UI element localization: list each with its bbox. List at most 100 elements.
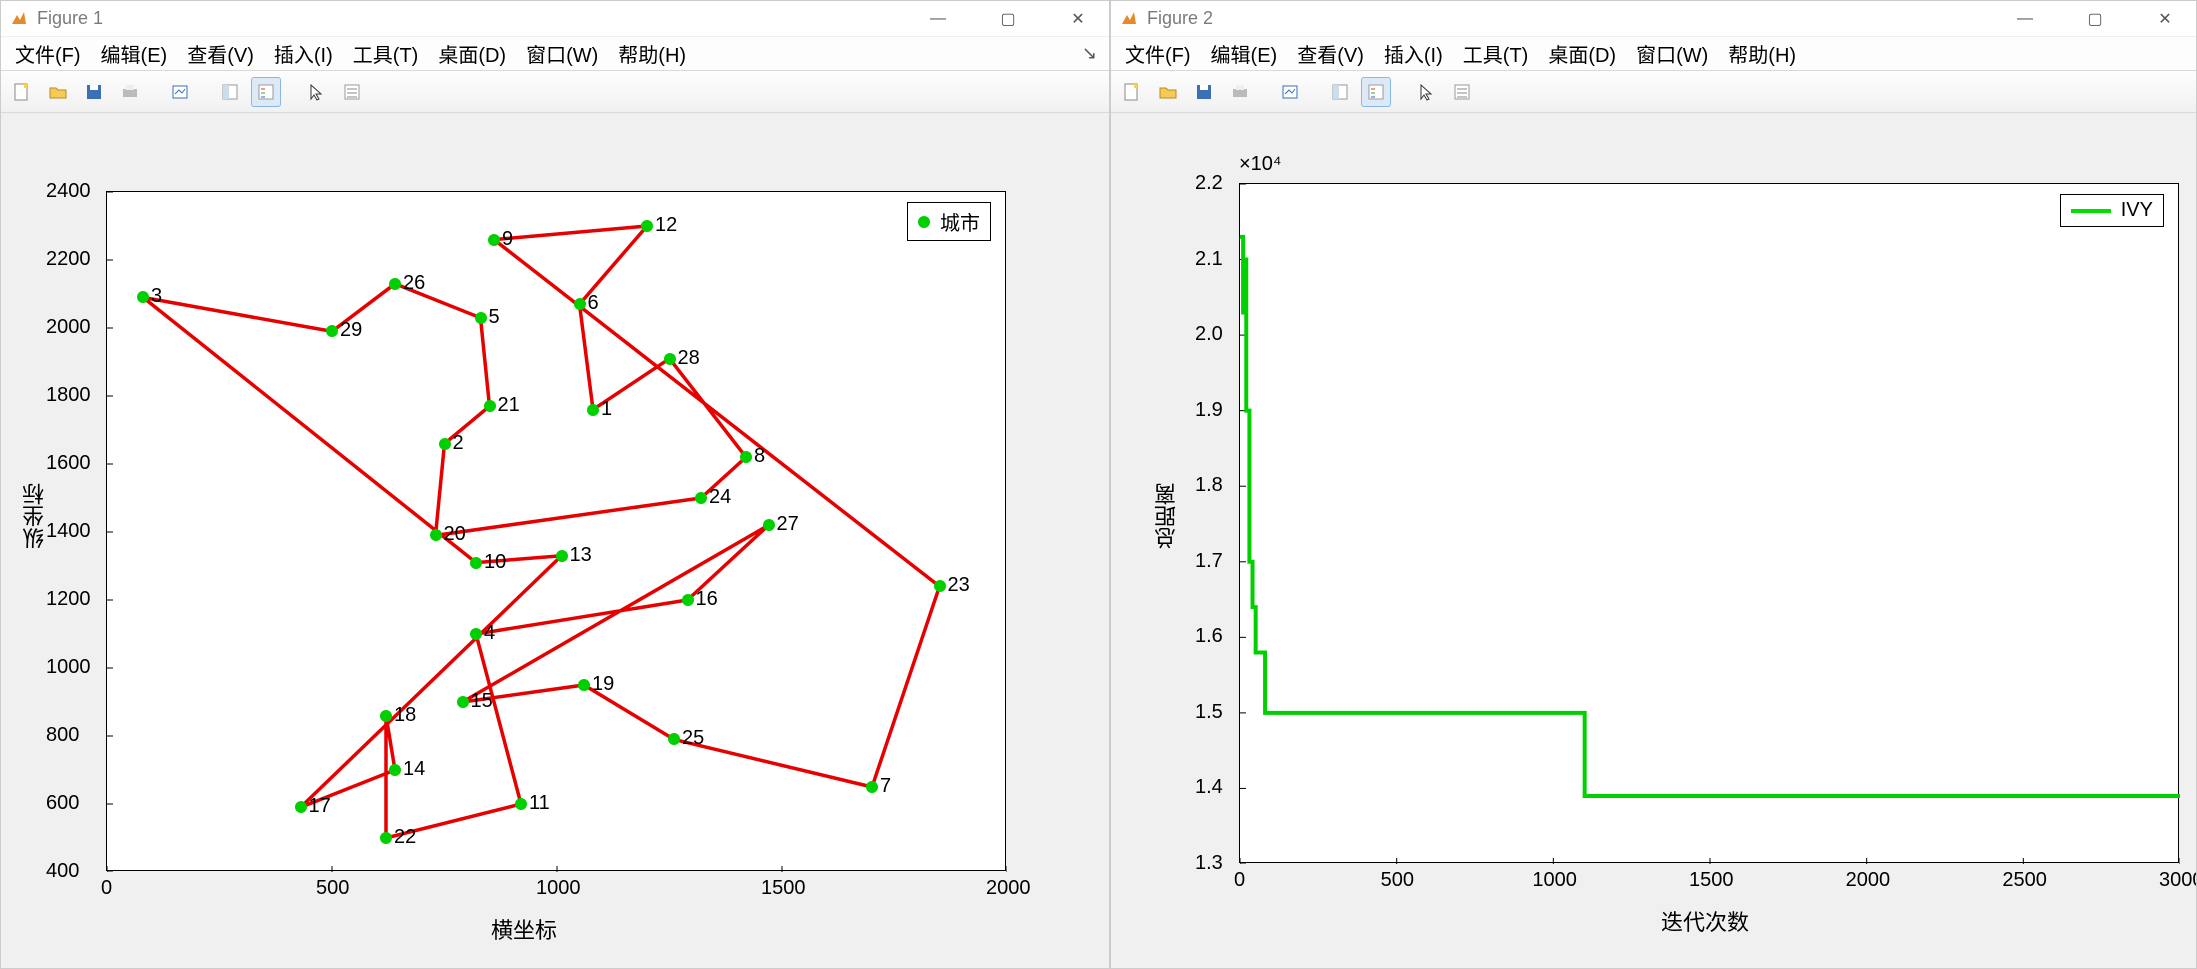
menu-window[interactable]: 窗口(W) xyxy=(518,37,606,70)
figure-2-window: Figure 2 — ▢ ✕ 文件(F) 编辑(E) 查看(V) 插入(I) 工… xyxy=(1110,0,2197,969)
print-icon[interactable] xyxy=(115,77,145,107)
figure-1-titlebar: Figure 1 — ▢ ✕ xyxy=(1,1,1109,37)
properties-icon[interactable] xyxy=(337,77,367,107)
figure-2-ylabel: 总距离 xyxy=(1151,483,1183,549)
menu-window[interactable]: 窗口(W) xyxy=(1628,37,1716,70)
city-point xyxy=(470,628,482,640)
xtick-label: 1000 xyxy=(536,877,581,900)
city-label: 6 xyxy=(588,292,599,315)
city-label: 9 xyxy=(502,228,513,251)
menu-insert[interactable]: 插入(I) xyxy=(266,37,341,70)
city-label: 12 xyxy=(655,214,677,237)
menu-edit[interactable]: 编辑(E) xyxy=(93,37,176,70)
ytick-label: 400 xyxy=(46,860,79,883)
legend-icon[interactable] xyxy=(1361,77,1391,107)
pointer-icon[interactable] xyxy=(301,77,331,107)
city-point xyxy=(380,710,392,722)
city-label: 1 xyxy=(601,398,612,421)
xtick-label: 3000 xyxy=(2159,869,2196,892)
city-point xyxy=(763,519,775,531)
menu-file[interactable]: 文件(F) xyxy=(7,37,89,70)
city-point xyxy=(664,353,676,365)
maximize-button[interactable]: ▢ xyxy=(2072,4,2118,34)
print-icon[interactable] xyxy=(1225,77,1255,107)
ytick-label: 1.7 xyxy=(1195,550,1223,573)
new-icon[interactable] xyxy=(1117,77,1147,107)
open-icon[interactable] xyxy=(43,77,73,107)
city-point xyxy=(430,529,442,541)
xtick-label: 1500 xyxy=(761,877,806,900)
figure-2-axes[interactable]: IVY xyxy=(1239,183,2179,863)
pointer-icon[interactable] xyxy=(1411,77,1441,107)
ytick-label: 2.1 xyxy=(1195,248,1223,271)
ytick-label: 1800 xyxy=(46,384,91,407)
city-label: 2 xyxy=(453,432,464,455)
city-label: 16 xyxy=(696,588,718,611)
figure-2-svg xyxy=(1240,184,2180,864)
tour-path xyxy=(143,226,940,838)
properties-icon[interactable] xyxy=(1447,77,1477,107)
ytick-label: 800 xyxy=(46,724,79,747)
inspector-icon[interactable] xyxy=(215,77,245,107)
save-icon[interactable] xyxy=(79,77,109,107)
figure-2-toolbar xyxy=(1111,71,2196,113)
inspector-icon[interactable] xyxy=(1325,77,1355,107)
figure-1-toolbar xyxy=(1,71,1109,113)
xtick-label: 1000 xyxy=(1532,869,1577,892)
menu-desktop[interactable]: 桌面(D) xyxy=(430,37,514,70)
legend-line-icon xyxy=(2071,209,2111,213)
city-point xyxy=(475,312,487,324)
menu-view[interactable]: 查看(V) xyxy=(179,37,262,70)
menu-file[interactable]: 文件(F) xyxy=(1117,37,1199,70)
city-label: 8 xyxy=(754,445,765,468)
legend-marker-icon xyxy=(918,216,930,228)
menu-insert[interactable]: 插入(I) xyxy=(1376,37,1451,70)
open-icon[interactable] xyxy=(1153,77,1183,107)
minimize-button[interactable]: — xyxy=(915,4,961,34)
city-label: 15 xyxy=(471,690,493,713)
city-label: 27 xyxy=(777,513,799,536)
city-point xyxy=(470,557,482,569)
matlab-icon xyxy=(9,9,29,29)
close-button[interactable]: ✕ xyxy=(1055,4,1101,34)
menu-view[interactable]: 查看(V) xyxy=(1289,37,1372,70)
city-point xyxy=(695,492,707,504)
figure-1-title: Figure 1 xyxy=(37,8,103,29)
menu-overflow-icon[interactable]: ↘ xyxy=(1082,43,1103,64)
city-point xyxy=(326,325,338,337)
figure-1-axes[interactable]: 城市 1234567891011121314151617181920212223… xyxy=(106,191,1006,871)
city-label: 28 xyxy=(678,347,700,370)
city-point xyxy=(515,798,527,810)
save-icon[interactable] xyxy=(1189,77,1219,107)
menu-edit[interactable]: 编辑(E) xyxy=(1203,37,1286,70)
menu-tools[interactable]: 工具(T) xyxy=(1455,37,1537,70)
new-icon[interactable] xyxy=(7,77,37,107)
link-icon[interactable] xyxy=(165,77,195,107)
menu-tools[interactable]: 工具(T) xyxy=(345,37,427,70)
xtick-label: 500 xyxy=(1381,869,1414,892)
figure-1-legend[interactable]: 城市 xyxy=(907,202,991,241)
matlab-icon xyxy=(1119,9,1139,29)
menu-help[interactable]: 帮助(H) xyxy=(610,37,694,70)
maximize-button[interactable]: ▢ xyxy=(985,4,1031,34)
link-icon[interactable] xyxy=(1275,77,1305,107)
menu-help[interactable]: 帮助(H) xyxy=(1720,37,1804,70)
city-point xyxy=(587,404,599,416)
figure-1-menubar: 文件(F) 编辑(E) 查看(V) 插入(I) 工具(T) 桌面(D) 窗口(W… xyxy=(1,37,1109,71)
close-button[interactable]: ✕ xyxy=(2142,4,2188,34)
ytick-label: 1600 xyxy=(46,452,91,475)
city-point xyxy=(934,580,946,592)
xtick-label: 1500 xyxy=(1689,869,1734,892)
city-point xyxy=(389,278,401,290)
minimize-button[interactable]: — xyxy=(2002,4,2048,34)
menu-desktop[interactable]: 桌面(D) xyxy=(1540,37,1624,70)
ytick-label: 1200 xyxy=(46,588,91,611)
city-point xyxy=(578,679,590,691)
legend-icon[interactable] xyxy=(251,77,281,107)
city-label: 26 xyxy=(403,272,425,295)
ytick-label: 1.6 xyxy=(1195,625,1223,648)
city-label: 10 xyxy=(484,551,506,574)
figure-2-legend[interactable]: IVY xyxy=(2060,194,2164,227)
city-label: 18 xyxy=(394,704,416,727)
xtick-label: 2000 xyxy=(1846,869,1891,892)
